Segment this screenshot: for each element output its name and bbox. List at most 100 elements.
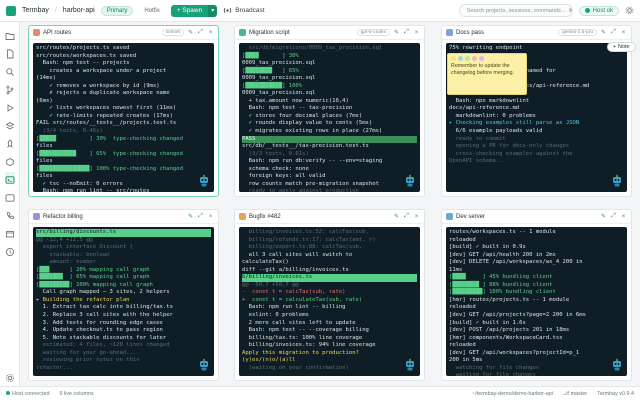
branch-tab-primary[interactable]: Primary [100, 5, 134, 16]
sidebar-branch-icon[interactable] [5, 82, 15, 95]
sidebar-terminal-icon[interactable] [5, 172, 15, 184]
agent-avatar-icon [239, 213, 246, 220]
git-branch-label: master [570, 390, 588, 397]
terminal-line: Bash: npx markdownlint [449, 97, 530, 104]
terminal-line: [dev] GET /api/health 200 in 2ms [449, 251, 556, 258]
expand-icon[interactable]: ⤢ [403, 213, 410, 220]
pin-icon[interactable]: ✎ [187, 213, 194, 220]
terminal-line: Bash: npm run lint -- billing [242, 304, 346, 311]
expand-icon[interactable]: ⤢ [403, 29, 410, 36]
branch-tab-hotfix[interactable]: Hotfix [139, 7, 164, 15]
terminal-line: [███████████████] 100% type-checking cha… [36, 165, 183, 172]
sidebar-search-icon[interactable] [5, 64, 15, 76]
close-icon[interactable]: × [620, 214, 627, 220]
terminal-output[interactable]: billing/invoices.ts:52: calcTax(sub, bil… [239, 227, 420, 376]
sidebar-gear-icon[interactable] [5, 370, 15, 382]
terminal-line: files [36, 143, 53, 150]
close-icon[interactable]: × [207, 30, 214, 36]
terminal-output[interactable]: src/routes/projects.ts saved src/routes/w… [33, 43, 214, 192]
terminal-line: reviewing prior notes on this [36, 357, 140, 364]
repo-name[interactable]: harbor-api [63, 7, 95, 14]
pane-title: Refactor billing [43, 213, 83, 220]
terminal-line: routes/workspaces.ts -- 1 module [449, 229, 556, 235]
model-badge: sonnet [161, 29, 184, 36]
sidebar-clock-icon[interactable] [5, 244, 15, 257]
terminal-line: src/billing/discounts.ts [36, 229, 211, 237]
terminal-line: [█████ ] 30% type-checking changed [36, 135, 183, 142]
terminal-line: stackable: boolean [36, 251, 110, 258]
pane-dev-server[interactable]: Dev server ✎ ⤢ × routes/workspaces.ts --… [441, 209, 632, 381]
pane-migration-script[interactable]: Migration script gpt-5-codex ✎ ⤢ × src/d… [234, 25, 425, 197]
expand-icon[interactable]: ⤢ [610, 29, 617, 36]
agent-mascot-icon [406, 358, 414, 371]
pin-icon[interactable]: ✎ [393, 29, 400, 36]
sidebar-layers-icon[interactable] [5, 118, 15, 130]
terminal-line: - const t = calcTax(sub, rate) [242, 289, 346, 296]
top-bar: Termbay / harbor-api Primary Hotfix + Sp… [0, 0, 640, 22]
host-status-badge[interactable]: Host ok [578, 5, 619, 16]
sidebar-terminal-alt-icon[interactable] [5, 190, 15, 202]
sidebar-play-icon[interactable] [5, 100, 15, 112]
note-text[interactable]: Remember to update the changelog before … [451, 63, 523, 76]
sticky-note[interactable]: Remember to update the changelog before … [447, 53, 527, 95]
terminal-output[interactable]: src/billing/discounts.ts @@ -12,4 +12,5 @… [33, 227, 214, 376]
pin-icon[interactable]: ✎ [600, 213, 607, 220]
pane-title: API routes [43, 29, 72, 36]
terminal-line: reloaded [449, 342, 476, 349]
terminal-line: 5. Note stackable discounts for later [36, 334, 167, 341]
terminal-line: [████ ] 30% [242, 52, 299, 59]
pane-api-routes[interactable]: API routes sonnet ✎ ⤢ × src/routes/proje… [28, 25, 219, 197]
terminal-line: ✓ stores four decimal places (7ms) [242, 112, 363, 119]
pane-docs-pass[interactable]: Docs pass gemini-2.5-pro ✎ ⤢ × 75% rewri… [441, 25, 632, 197]
agent-mascot-icon [613, 174, 621, 187]
broadcast-label: Broadcast [235, 7, 265, 14]
terminal-line: 3. Add tests for rounding edge cases [36, 319, 163, 326]
expand-icon[interactable]: ⤢ [197, 213, 204, 220]
sidebar-box-icon[interactable] [5, 226, 15, 238]
terminal-line: estimated: 4 files, ~120 lines changed [36, 342, 170, 349]
terminal-line: (y)es/(n)o/(a)ll [242, 357, 296, 364]
settings-gear-icon[interactable] [625, 6, 634, 15]
pane-refactor-billing[interactable]: Refactor billing ✎ ⤢ × src/billing/disco… [28, 209, 219, 381]
terminal-line: files [36, 173, 53, 180]
spawn-button[interactable]: + Spawn [170, 4, 209, 17]
terminal-line: [build] ✓ built in 0.9s [449, 244, 526, 251]
sidebar-file-icon[interactable] [5, 46, 15, 59]
pin-icon[interactable]: ✎ [600, 29, 607, 36]
expand-icon[interactable]: ⤢ [197, 29, 204, 36]
terminal-line: src/db/__tests__/tax-precision.test.ts [242, 143, 369, 150]
terminal-line: 1. Extract tax calc into billing/tax.ts [36, 304, 173, 311]
terminal-line: ✓ rate-limits repeated creates (17ms) [36, 112, 173, 119]
terminal-line: billing/export.ts:88: calcTax(sub, [242, 244, 363, 251]
expand-icon[interactable]: ⤢ [610, 213, 617, 220]
note-color-swatch[interactable] [472, 56, 477, 61]
search-input[interactable]: Search projects, sessions, commands... ⌘… [458, 4, 573, 17]
terminal-line: docs/api-reference.md [449, 105, 520, 112]
terminal-line: Call graph mapped — 3 sites, 2 helpers [36, 289, 170, 296]
terminal-line: [hmr] components/WorkspaceCard.tsx [449, 334, 563, 341]
terminal-output[interactable]: routes/workspaces.ts -- 1 module reloaded… [446, 227, 627, 376]
sidebar-rocket-icon[interactable] [5, 136, 15, 148]
sidebar-folder-icon[interactable] [5, 28, 15, 40]
terminal-output[interactable]: src/db/migrations/0009_tax_precision.sql… [239, 43, 420, 192]
note-color-swatch[interactable] [465, 56, 470, 61]
close-icon[interactable]: × [413, 30, 420, 36]
close-icon[interactable]: × [620, 30, 627, 36]
close-icon[interactable]: × [207, 214, 214, 220]
note-color-swatch[interactable] [451, 56, 456, 61]
pin-icon[interactable]: ✎ [393, 213, 400, 220]
note-color-swatch[interactable] [458, 56, 463, 61]
terminal-line: @@ -50,7 +50,7 @@ [242, 281, 299, 288]
broadcast-button[interactable]: Broadcast [223, 6, 265, 15]
sidebar-cube-icon[interactable] [5, 154, 15, 167]
sidebar-phone-icon[interactable] [5, 208, 15, 219]
git-branch: ⎇ master [562, 390, 588, 397]
close-icon[interactable]: × [413, 214, 420, 220]
spawn-dropdown-chevron-icon[interactable]: ▾ [208, 4, 218, 17]
note-color-swatch[interactable] [479, 56, 484, 61]
terminal-line: (6ms) [36, 97, 53, 104]
terminal-line: [████████ ] 65% [242, 67, 299, 74]
pane-bugfix-482[interactable]: Bugfix #482 ✎ ⤢ × billing/invoices.ts:52… [234, 209, 425, 381]
pin-icon[interactable]: ✎ [187, 29, 194, 36]
add-note-button[interactable]: + Note [607, 42, 636, 52]
